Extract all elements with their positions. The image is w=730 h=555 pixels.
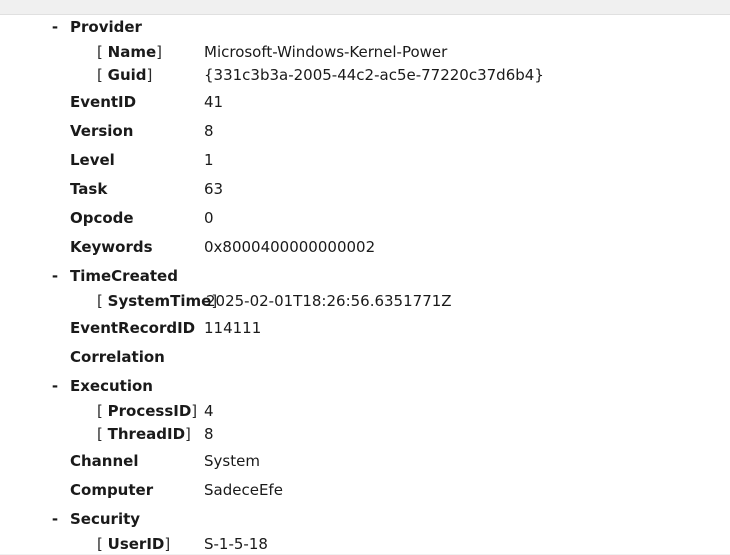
opcode-key: Opcode (70, 209, 134, 227)
channel-key: Channel (70, 452, 139, 470)
threadid-value: 8 (204, 425, 214, 443)
bracket-close: ] (156, 43, 162, 61)
keywords-value: 0x8000400000000002 (204, 238, 376, 256)
computer-key: Computer (70, 481, 154, 499)
userid-value: S-1-5-18 (204, 535, 268, 553)
bracket-close: ] (146, 66, 153, 84)
threadid-attr: [ ThreadID] (97, 423, 191, 445)
event-xml-view: - Provider [ Name] Microsoft-Windows-Ker… (0, 14, 730, 554)
collapse-toggle-timecreated[interactable]: - (50, 265, 60, 287)
provider-guid-value: {331c3b3a-2005-44c2-ac5e-77220c37d6b4} (204, 66, 544, 84)
provider-guid-key: Guid (107, 66, 147, 84)
bracket-close: ] (191, 402, 198, 420)
execution-key: Execution (70, 377, 153, 395)
channel-value: System (204, 452, 260, 470)
eventid-value: 41 (204, 93, 224, 111)
bracket-open: [ (97, 535, 103, 553)
keywords-key: Keywords (70, 238, 153, 256)
processid-value: 4 (204, 402, 214, 420)
systemtime-attr: [ SystemTime] (97, 290, 217, 312)
level-value: 1 (204, 151, 214, 169)
collapse-toggle-security[interactable]: - (50, 508, 60, 530)
provider-name-value: Microsoft-Windows-Kernel-Power (204, 43, 448, 61)
bracket-open: [ (97, 425, 103, 443)
provider-name-attr: [ Name] (97, 41, 162, 63)
task-key: Task (70, 180, 108, 198)
processid-key: ProcessID (107, 402, 192, 420)
threadid-key: ThreadID (107, 425, 186, 443)
bracket-close: ] (164, 535, 171, 553)
bracket-open: [ (97, 66, 103, 84)
provider-guid-attr: [ Guid] (97, 64, 152, 86)
eventrecordid-value: 114111 (204, 319, 262, 337)
level-key: Level (70, 151, 115, 169)
processid-attr: [ ProcessID] (97, 400, 197, 422)
bracket-open: [ (97, 402, 103, 420)
userid-key: UserID (107, 535, 165, 553)
systemtime-key: SystemTime (107, 292, 212, 310)
computer-value: SadeceEfe (204, 481, 283, 499)
timecreated-key: TimeCreated (70, 267, 178, 285)
bracket-open: [ (97, 292, 103, 310)
collapse-toggle-provider[interactable]: - (50, 16, 60, 38)
version-value: 8 (204, 122, 214, 140)
opcode-value: 0 (204, 209, 214, 227)
collapse-toggle-execution[interactable]: - (50, 375, 60, 397)
eventrecordid-key: EventRecordID (70, 319, 196, 337)
systemtime-value: 2025-02-01T18:26:56.6351771Z (206, 292, 452, 310)
correlation-key: Correlation (70, 348, 165, 366)
version-key: Version (70, 122, 134, 140)
userid-attr: [ UserID] (97, 533, 170, 555)
security-key: Security (70, 510, 141, 528)
task-value: 63 (204, 180, 224, 198)
provider-key: Provider (70, 18, 142, 36)
bracket-close: ] (185, 425, 191, 443)
eventid-key: EventID (70, 93, 137, 111)
provider-name-key: Name (107, 43, 157, 61)
bracket-open: [ (97, 43, 103, 61)
